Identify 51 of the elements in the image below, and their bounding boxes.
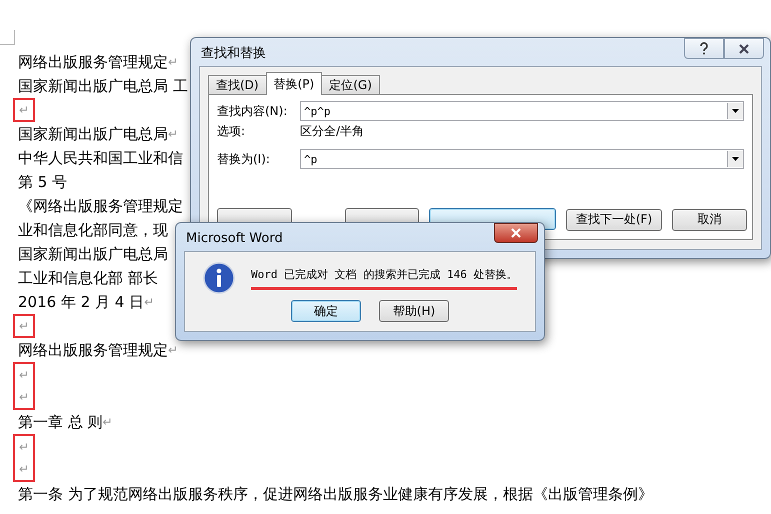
options-value: 区分全/半角 — [300, 122, 364, 140]
close-button[interactable] — [494, 223, 538, 243]
paragraph-mark: ↵ — [168, 55, 178, 69]
help-icon[interactable] — [699, 42, 709, 55]
paragraph-mark: ↵ — [168, 127, 178, 141]
tab[interactable]: 替换(P) — [266, 72, 322, 95]
document-line: 第一条 为了规范网络出版服务秩序，促进网络出版服务业健康有序发展，根据《出版管理条例》 — [18, 484, 653, 504]
dropdown-button[interactable] — [727, 103, 743, 119]
message-text: Word 已完成对 文档 的搜索并已完成 146 处替换。 — [251, 266, 518, 290]
document-line: 业和信息化部同意，现 — [18, 220, 168, 240]
dropdown-button[interactable] — [727, 151, 743, 167]
caret-icon — [732, 157, 739, 161]
document-line: 中华人民共和国工业和信 — [18, 148, 183, 168]
document-line: 网络出版服务管理规定 — [18, 340, 168, 360]
find-field[interactable]: ^p^p — [300, 101, 744, 121]
page-corner-mark — [0, 30, 15, 45]
paragraph-mark: ↵ — [19, 389, 30, 406]
document-line: 2016 年 2 月 4 日 — [18, 292, 144, 312]
paragraph-mark: ↵ — [102, 415, 113, 429]
close-button[interactable] — [724, 38, 764, 59]
paragraph-mark: ↵ — [19, 318, 30, 335]
paragraph-mark: ↵ — [19, 439, 30, 456]
document-line: 国家新闻出版广电总局 — [18, 244, 168, 264]
field-label: 选项: — [217, 122, 246, 140]
tab[interactable]: 查找(D) — [208, 75, 267, 95]
paragraph-mark: ↵ — [19, 461, 30, 478]
tab[interactable]: 定位(G) — [321, 75, 380, 95]
document-line: 第 5 号 — [18, 172, 68, 192]
replace-field[interactable]: ^p — [300, 149, 744, 169]
paragraph-mark: ↵ — [19, 367, 30, 384]
document-line: 网络出版服务管理规定 — [18, 52, 168, 72]
dialog-button[interactable]: 帮助(H) — [379, 300, 449, 322]
window-title: 查找和替换 — [201, 45, 266, 62]
info-icon — [203, 262, 235, 294]
caret-icon — [732, 109, 739, 113]
dialog-button[interactable]: 取消 — [672, 208, 747, 230]
document-line: 工业和信息化部 部长 — [18, 268, 158, 288]
document-line: 国家新闻出版广电总局 — [18, 124, 168, 144]
paragraph-mark: ↵ — [168, 343, 178, 357]
help-button[interactable] — [684, 38, 724, 59]
field-label: 查找内容(N): — [217, 102, 288, 120]
window-title: Microsoft Word — [186, 230, 283, 246]
close-icon[interactable] — [738, 44, 750, 54]
document-line: 国家新闻出版广电总局 工 — [18, 76, 188, 96]
dialog-button[interactable]: 查找下一处(F) — [566, 208, 662, 230]
document-line: 第一章 总 则 — [18, 412, 103, 432]
dialog-button[interactable]: 确定 — [291, 300, 361, 322]
paragraph-mark: ↵ — [144, 295, 154, 309]
paragraph-mark: ↵ — [19, 102, 30, 119]
document-line: 《网络出版服务管理规定 — [18, 196, 183, 216]
field-label: 替换为(I): — [217, 150, 271, 168]
